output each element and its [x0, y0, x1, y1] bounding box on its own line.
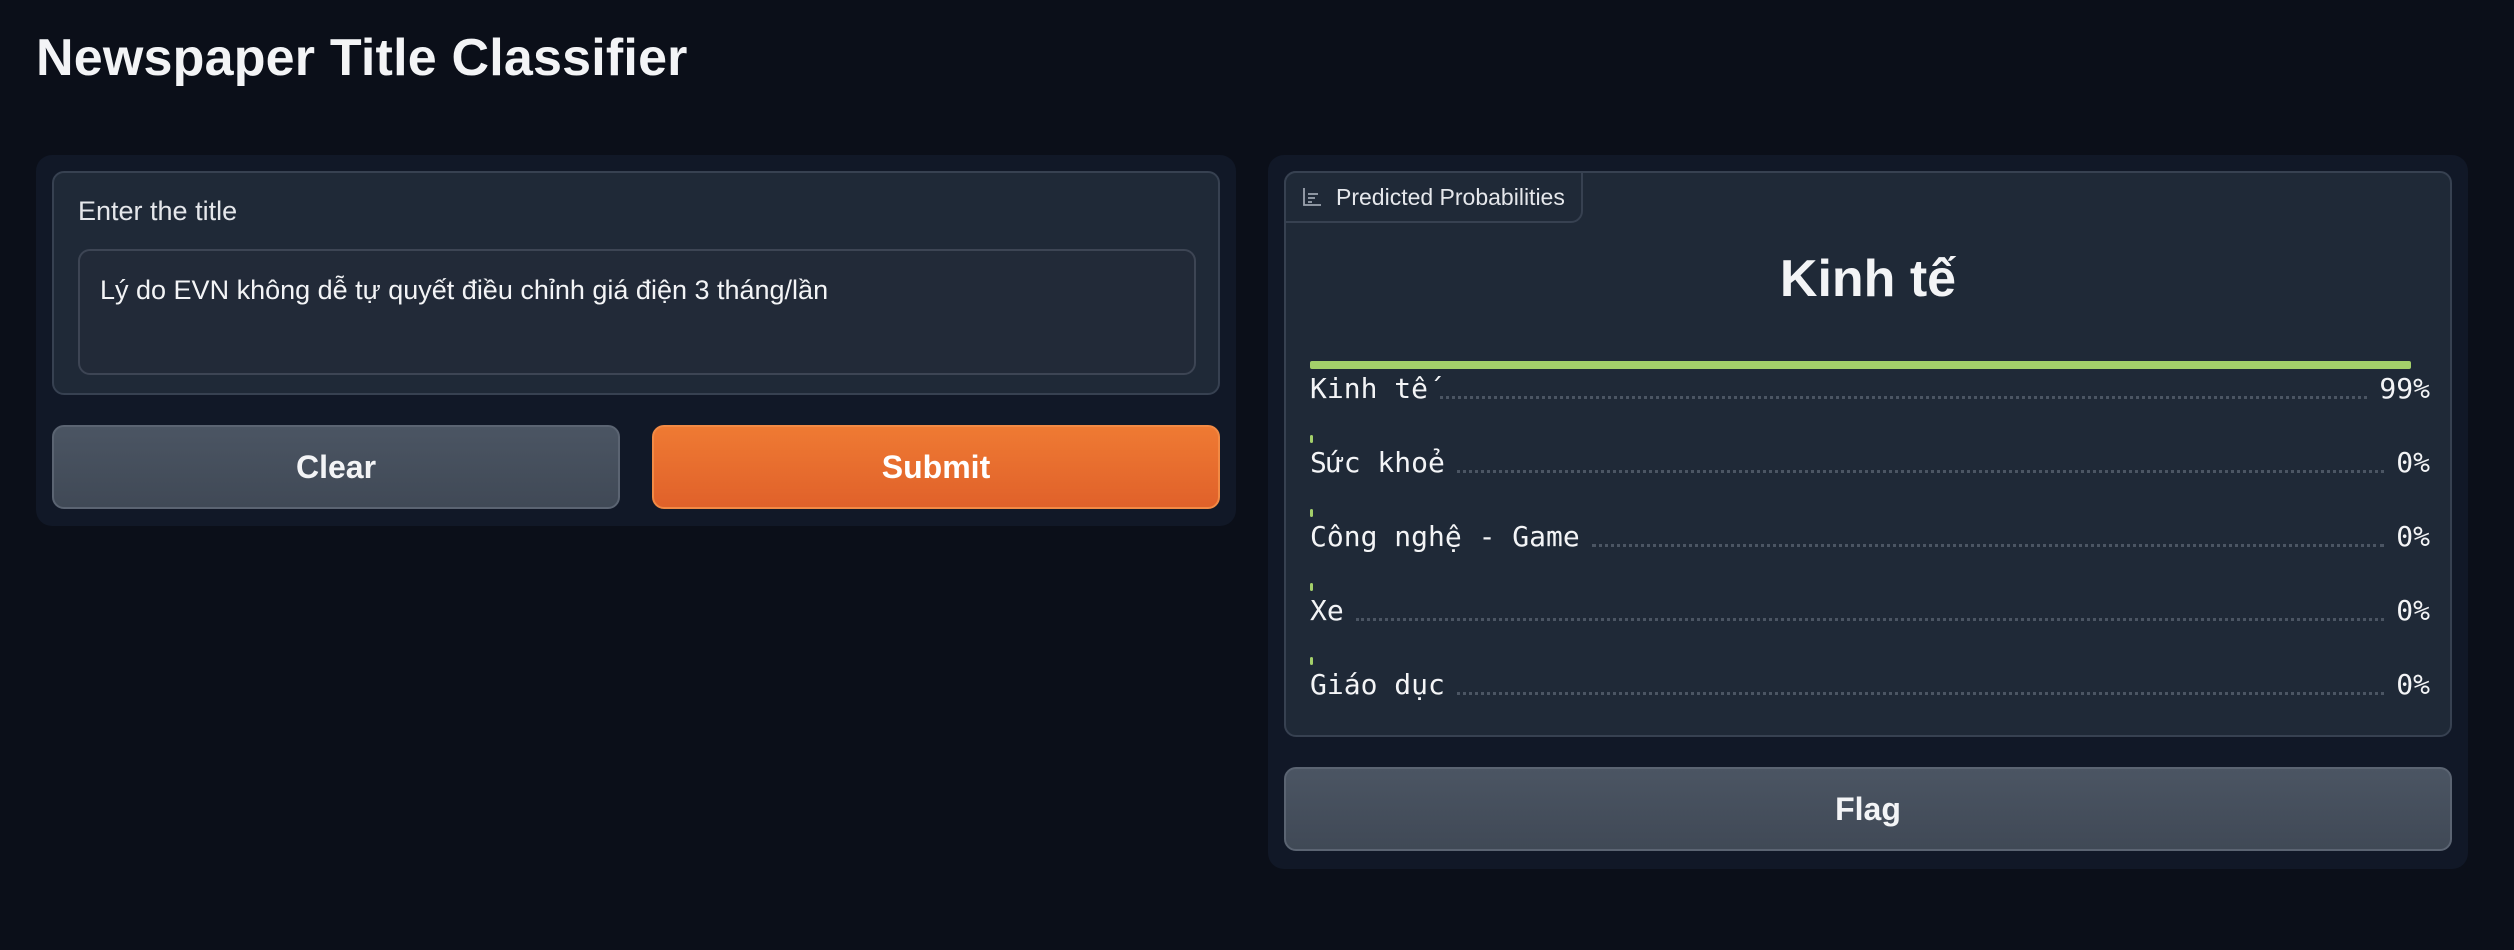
- output-panel: Predicted Probabilities Kinh tế Kinh tế …: [1268, 155, 2468, 869]
- confidence-item[interactable]: Giáo dục 0%: [1310, 653, 2430, 727]
- predicted-probabilities-block: Predicted Probabilities Kinh tế Kinh tế …: [1284, 171, 2452, 737]
- page-title: Newspaper Title Classifier: [36, 29, 688, 87]
- confidence-value: 0%: [2396, 520, 2430, 553]
- confidence-label: Xe: [1310, 594, 1344, 627]
- title-textarea[interactable]: Lý do EVN không dễ tự quyết điều chỉnh g…: [78, 249, 1196, 375]
- confidence-item[interactable]: Sức khoẻ 0%: [1310, 431, 2430, 505]
- output-tab-label: Predicted Probabilities: [1336, 183, 1565, 210]
- confidence-label: Giáo dục: [1310, 668, 1445, 701]
- confidence-bar: [1310, 583, 1313, 591]
- confidence-list: Kinh tế 99% Sức khoẻ 0% Công nghệ - Game: [1310, 357, 2430, 727]
- confidence-item[interactable]: Kinh tế 99%: [1310, 357, 2430, 431]
- bar-chart-icon: [1302, 187, 1322, 207]
- confidence-item[interactable]: Xe 0%: [1310, 579, 2430, 653]
- input-panel: Enter the title Lý do EVN không dễ tự qu…: [36, 155, 1236, 526]
- confidence-value: 0%: [2396, 594, 2430, 627]
- dotted-leader: [1440, 396, 2368, 399]
- dotted-leader: [1456, 470, 2385, 473]
- confidence-label: Kinh tế: [1310, 372, 1429, 405]
- title-input-block: Enter the title Lý do EVN không dễ tự qu…: [52, 171, 1220, 395]
- confidence-bar: [1310, 361, 2411, 369]
- clear-button[interactable]: Clear: [52, 425, 620, 509]
- title-input-label: Enter the title: [78, 196, 238, 226]
- predicted-label: Kinh tế: [1779, 250, 1957, 308]
- dotted-leader: [1355, 618, 2385, 621]
- dotted-leader: [1456, 692, 2385, 695]
- confidence-label: Công nghệ - Game: [1310, 520, 1580, 553]
- flag-button[interactable]: Flag: [1284, 767, 2452, 851]
- confidence-bar: [1310, 435, 1313, 443]
- confidence-value: 0%: [2396, 446, 2430, 479]
- confidence-bar: [1310, 657, 1313, 665]
- output-tab: Predicted Probabilities: [1284, 171, 1583, 223]
- dotted-leader: [1591, 544, 2385, 547]
- submit-button[interactable]: Submit: [652, 425, 1220, 509]
- confidence-bar: [1310, 509, 1313, 517]
- confidence-value: 99%: [2379, 372, 2430, 405]
- confidence-label: Sức khoẻ: [1310, 446, 1445, 479]
- confidence-value: 0%: [2396, 668, 2430, 701]
- confidence-item[interactable]: Công nghệ - Game 0%: [1310, 505, 2430, 579]
